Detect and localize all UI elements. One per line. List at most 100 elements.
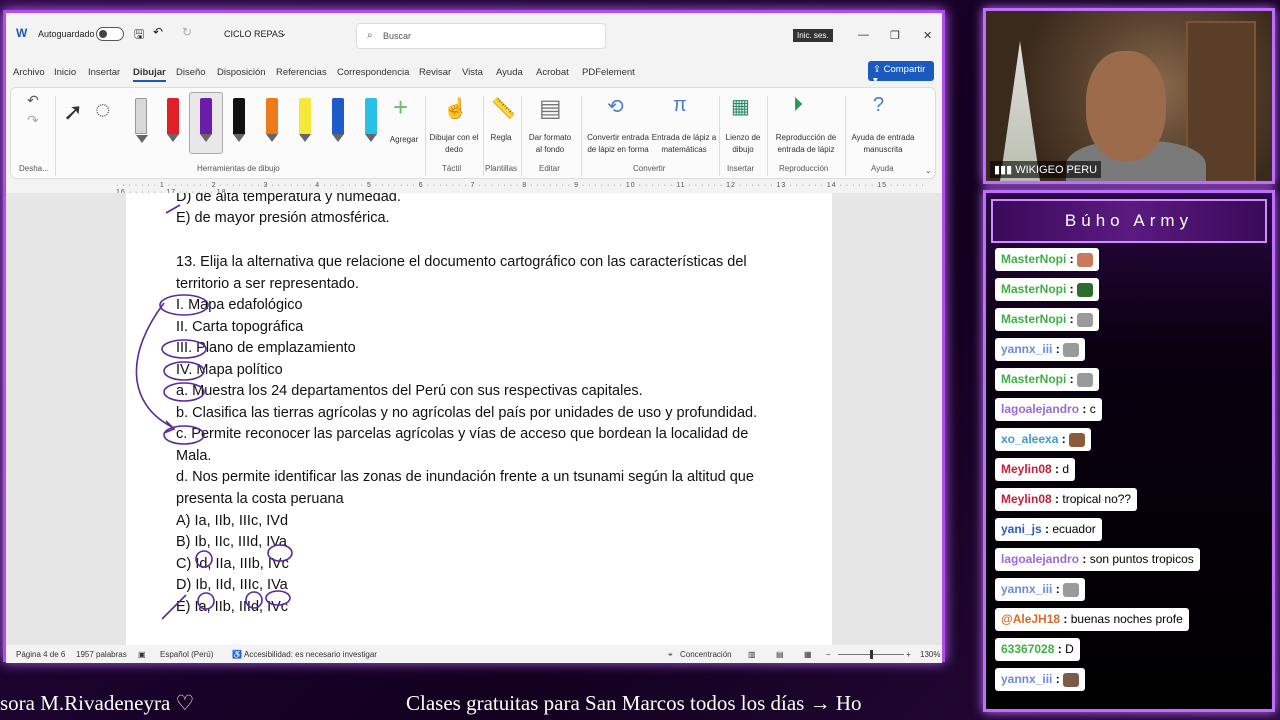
draw-finger-label[interactable]: Dibujar con el dedo xyxy=(429,132,479,156)
tab-referencias[interactable]: Referencias xyxy=(276,67,327,78)
lasso-icon[interactable]: ◌ xyxy=(95,94,110,125)
language[interactable]: Español (Perú) xyxy=(160,650,213,659)
drawing-canvas-label[interactable]: Lienzo de dibujo xyxy=(723,132,763,156)
document-area: D) de alta temperatura y humedad. E) de … xyxy=(6,193,942,645)
document-page[interactable]: D) de alta temperatura y humedad. E) de … xyxy=(126,193,832,645)
undo-icon[interactable]: ↶ xyxy=(153,25,163,39)
chat-username[interactable]: lagoalejandro xyxy=(1001,552,1079,566)
share-button[interactable]: ⇪ Compartir ▾ xyxy=(868,61,934,86)
camera-name: WIKIGEO PERU xyxy=(1015,164,1098,176)
tab-correspondencia[interactable]: Correspondencia xyxy=(337,67,409,78)
chat-username[interactable]: Meylin08 xyxy=(1001,492,1052,506)
chat-username[interactable]: Meylin08 xyxy=(1001,462,1052,476)
chat-username[interactable]: yannx_iii xyxy=(1001,342,1052,356)
close-icon[interactable]: ✕ xyxy=(923,29,932,42)
zoom-out-icon[interactable]: − xyxy=(826,650,831,659)
ink-to-shape-label[interactable]: Convertir entrada de lápiz en forma xyxy=(583,132,653,156)
zoom-level[interactable]: 130% xyxy=(920,650,940,659)
ink-circle xyxy=(195,550,213,568)
pen-blue-icon[interactable] xyxy=(332,98,344,142)
webcam-feed: ▮▮▮ WIKIGEO PERU xyxy=(983,8,1275,184)
select-cursor-icon[interactable]: ➚ xyxy=(63,98,83,127)
save-icon[interactable]: 🖫 xyxy=(134,25,144,46)
pen-purple-icon[interactable] xyxy=(200,98,212,142)
chat-message: yannx_iii : xyxy=(995,668,1086,691)
ruler-label[interactable]: Regla xyxy=(485,132,517,144)
chat-username[interactable]: lagoalejandro xyxy=(1001,402,1079,416)
drawing-canvas-icon[interactable]: ▦ xyxy=(731,94,750,119)
read-mode-icon[interactable]: ▥ xyxy=(748,650,756,659)
chat-separator: : xyxy=(1066,312,1078,326)
focus-mode[interactable]: Concentración xyxy=(680,650,732,659)
chat-separator: : xyxy=(1052,582,1064,596)
minimize-icon[interactable]: — xyxy=(858,29,869,41)
tab-pdfelement[interactable]: PDFelement xyxy=(582,67,635,78)
chat-username[interactable]: 63367028 xyxy=(1001,642,1054,656)
search-input[interactable]: Buscar xyxy=(383,31,411,41)
camera-label: ▮▮▮ WIKIGEO PERU xyxy=(990,161,1102,178)
web-layout-icon[interactable]: ▦ xyxy=(804,650,812,659)
eraser-icon[interactable] xyxy=(135,98,148,143)
highlighter-yellow-icon[interactable] xyxy=(299,98,311,142)
tab-ayuda[interactable]: Ayuda xyxy=(496,67,523,78)
print-layout-icon[interactable]: ▤ xyxy=(776,650,784,659)
zoom-in-icon[interactable]: + xyxy=(906,650,911,659)
chat-message: yannx_iii : xyxy=(995,338,1086,361)
ink-to-shape-icon[interactable]: ⟲ xyxy=(607,94,624,119)
pen-red-icon[interactable] xyxy=(167,98,179,142)
signal-icon: ▮▮▮ xyxy=(994,164,1016,176)
finger-draw-icon[interactable]: ☝ xyxy=(443,96,468,121)
accessibility-status[interactable]: Accesibilidad: es necesario investigar xyxy=(244,650,377,659)
tab-disposicion[interactable]: Disposición xyxy=(217,67,266,78)
chat-username[interactable]: MasterNopi xyxy=(1001,252,1066,266)
autosave-toggle[interactable] xyxy=(96,27,124,41)
ink-to-math-label[interactable]: Entrada de lápiz a matemáticas xyxy=(651,132,717,156)
chat-text: d xyxy=(1062,462,1070,476)
chat-username[interactable]: MasterNopi xyxy=(1001,282,1066,296)
redo-icon[interactable]: ↷ xyxy=(27,112,39,129)
chat-username[interactable]: MasterNopi xyxy=(1001,372,1066,386)
editar-group-label: Editar xyxy=(539,164,560,173)
word-count[interactable]: 1957 palabras xyxy=(76,650,127,659)
proofing-icon[interactable]: ▣ xyxy=(138,650,146,659)
ink-help-label[interactable]: Ayuda de entrada manuscrita xyxy=(847,132,919,156)
sign-in-button[interactable]: Inic. ses. xyxy=(793,29,833,42)
tab-revisar[interactable]: Revisar xyxy=(419,67,451,78)
page-count[interactable]: Página 4 de 6 xyxy=(16,650,65,659)
format-background-label[interactable]: Dar formato al fondo xyxy=(525,132,575,156)
chat-title: Búho Army xyxy=(991,199,1267,243)
ink-to-math-icon[interactable]: π xyxy=(673,94,687,117)
ribbon-collapse-icon[interactable]: ⌄ xyxy=(925,166,932,175)
pen-black-icon[interactable] xyxy=(233,98,245,142)
separator xyxy=(55,96,56,176)
zoom-slider-thumb[interactable] xyxy=(870,650,873,659)
tab-insertar[interactable]: Insertar xyxy=(88,67,120,78)
chat-username[interactable]: yani_js xyxy=(1001,522,1042,536)
redo-icon[interactable]: ↻ xyxy=(182,25,192,39)
highlighter-cyan-icon[interactable] xyxy=(365,98,377,142)
chat-username[interactable]: MasterNopi xyxy=(1001,312,1066,326)
undo-icon[interactable]: ↶ xyxy=(27,92,39,109)
tab-archivo[interactable]: Archivo xyxy=(13,67,45,78)
ink-replay-icon[interactable]: ⏵ xyxy=(793,94,803,117)
tab-dibujar[interactable]: Dibujar xyxy=(133,67,166,82)
restore-icon[interactable]: ❐ xyxy=(890,29,900,42)
help-icon[interactable]: ? xyxy=(873,94,884,117)
ruler-icon[interactable]: 📏 xyxy=(491,96,516,121)
tab-vista[interactable]: Vista xyxy=(462,67,483,78)
tab-diseno[interactable]: Diseño xyxy=(176,67,206,78)
document-name[interactable]: CICLO REPAS xyxy=(224,29,284,39)
tactil-group-label: Táctil xyxy=(442,164,462,173)
ink-replay-label[interactable]: Reproducción de entrada de lápiz xyxy=(771,132,841,156)
chat-username[interactable]: yannx_iii xyxy=(1001,582,1052,596)
ink-circle xyxy=(267,544,293,562)
pen-orange-icon[interactable] xyxy=(266,98,278,142)
chat-username[interactable]: @AleJH18 xyxy=(1001,612,1060,626)
tab-inicio[interactable]: Inicio xyxy=(54,67,76,78)
chat-username[interactable]: yannx_iii xyxy=(1001,672,1052,686)
search-box[interactable]: ⌕ Buscar xyxy=(356,23,606,49)
tab-acrobat[interactable]: Acrobat xyxy=(536,67,569,78)
format-background-icon[interactable]: ▤ xyxy=(539,94,562,123)
add-pen-icon[interactable]: + xyxy=(393,92,408,123)
chat-username[interactable]: xo_aleexa xyxy=(1001,432,1058,446)
